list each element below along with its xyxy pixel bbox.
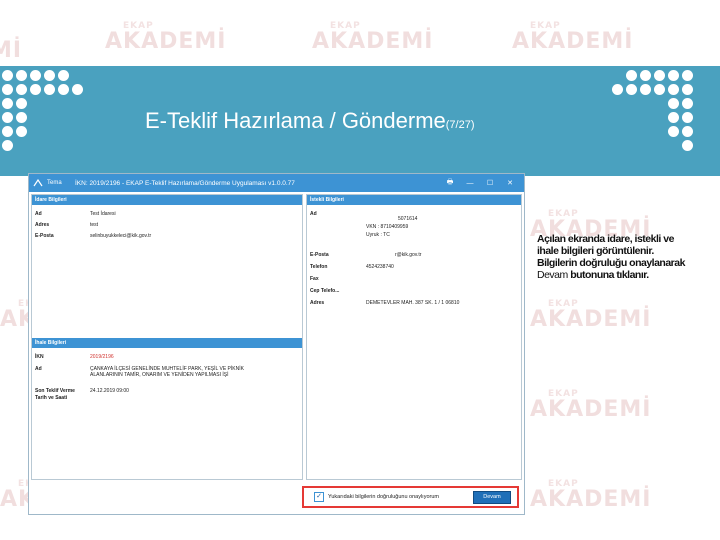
note-normal-text: Devam bbox=[537, 269, 568, 281]
istekli-heading: İstekli Bilgileri bbox=[307, 195, 521, 205]
decorative-dots-right bbox=[612, 70, 693, 151]
watermark-logo: EKAPAKADEMİ bbox=[512, 21, 634, 54]
slide-title-text: E-Teklif Hazırlama / Gönderme bbox=[145, 108, 446, 133]
app-logo-icon bbox=[33, 179, 43, 187]
watermark-logo: Mİ bbox=[0, 38, 23, 63]
left-panel: İdare Bilgileri Ad Test İdaresi Adres te… bbox=[31, 194, 303, 480]
print-icon[interactable]: 🖶 bbox=[440, 178, 460, 189]
minimize-button[interactable]: — bbox=[460, 180, 480, 187]
app-name: Tema bbox=[47, 180, 62, 186]
devam-button[interactable]: Devam bbox=[473, 490, 511, 504]
window-title-bar: Tema İKN: 2019/2196 - EKAP E-Teklif Hazı… bbox=[29, 174, 524, 192]
app-window: Tema İKN: 2019/2196 - EKAP E-Teklif Hazı… bbox=[28, 173, 525, 515]
maximize-button[interactable]: ☐ bbox=[480, 179, 500, 187]
instruction-note: Açılan ekranda idare, istekli ve ihale b… bbox=[537, 233, 687, 281]
watermark-logo: EKAPAKADEMİ bbox=[530, 479, 652, 512]
slide-title: E-Teklif Hazırlama / Gönderme(7/27) bbox=[145, 108, 475, 134]
close-button[interactable]: ✕ bbox=[500, 179, 520, 187]
idare-heading: İdare Bilgileri bbox=[32, 195, 302, 205]
confirm-checkbox[interactable]: ✓ bbox=[314, 492, 324, 502]
watermark-logo: EKAPAKADEMİ bbox=[105, 21, 227, 54]
right-panel: İstekli Bilgileri Ad 5071614 VKN : 87104… bbox=[306, 194, 522, 480]
note-bold-text: Açılan ekranda idare, istekli ve ihale b… bbox=[537, 233, 685, 269]
slide-page-number: (7/27) bbox=[445, 119, 475, 131]
window-title: İKN: 2019/2196 - EKAP E-Teklif Hazırlama… bbox=[75, 179, 295, 187]
note-bold-tail: butonuna tıklanır. bbox=[570, 269, 649, 281]
watermark-logo: EKAPAKADEMİ bbox=[530, 389, 652, 422]
ihale-heading: İhale Bilgileri bbox=[32, 338, 302, 348]
watermark-logo: EKAPAKADEMİ bbox=[312, 21, 434, 54]
confirm-bar: ✓ Yukarıdaki bilgilerin doğruluğunu onay… bbox=[302, 486, 519, 508]
confirm-checkbox-label[interactable]: Yukarıdaki bilgilerin doğruluğunu onaylı… bbox=[328, 494, 473, 500]
watermark-logo: EKAPAKADEMİ bbox=[530, 299, 652, 332]
decorative-dots-left bbox=[2, 70, 83, 151]
